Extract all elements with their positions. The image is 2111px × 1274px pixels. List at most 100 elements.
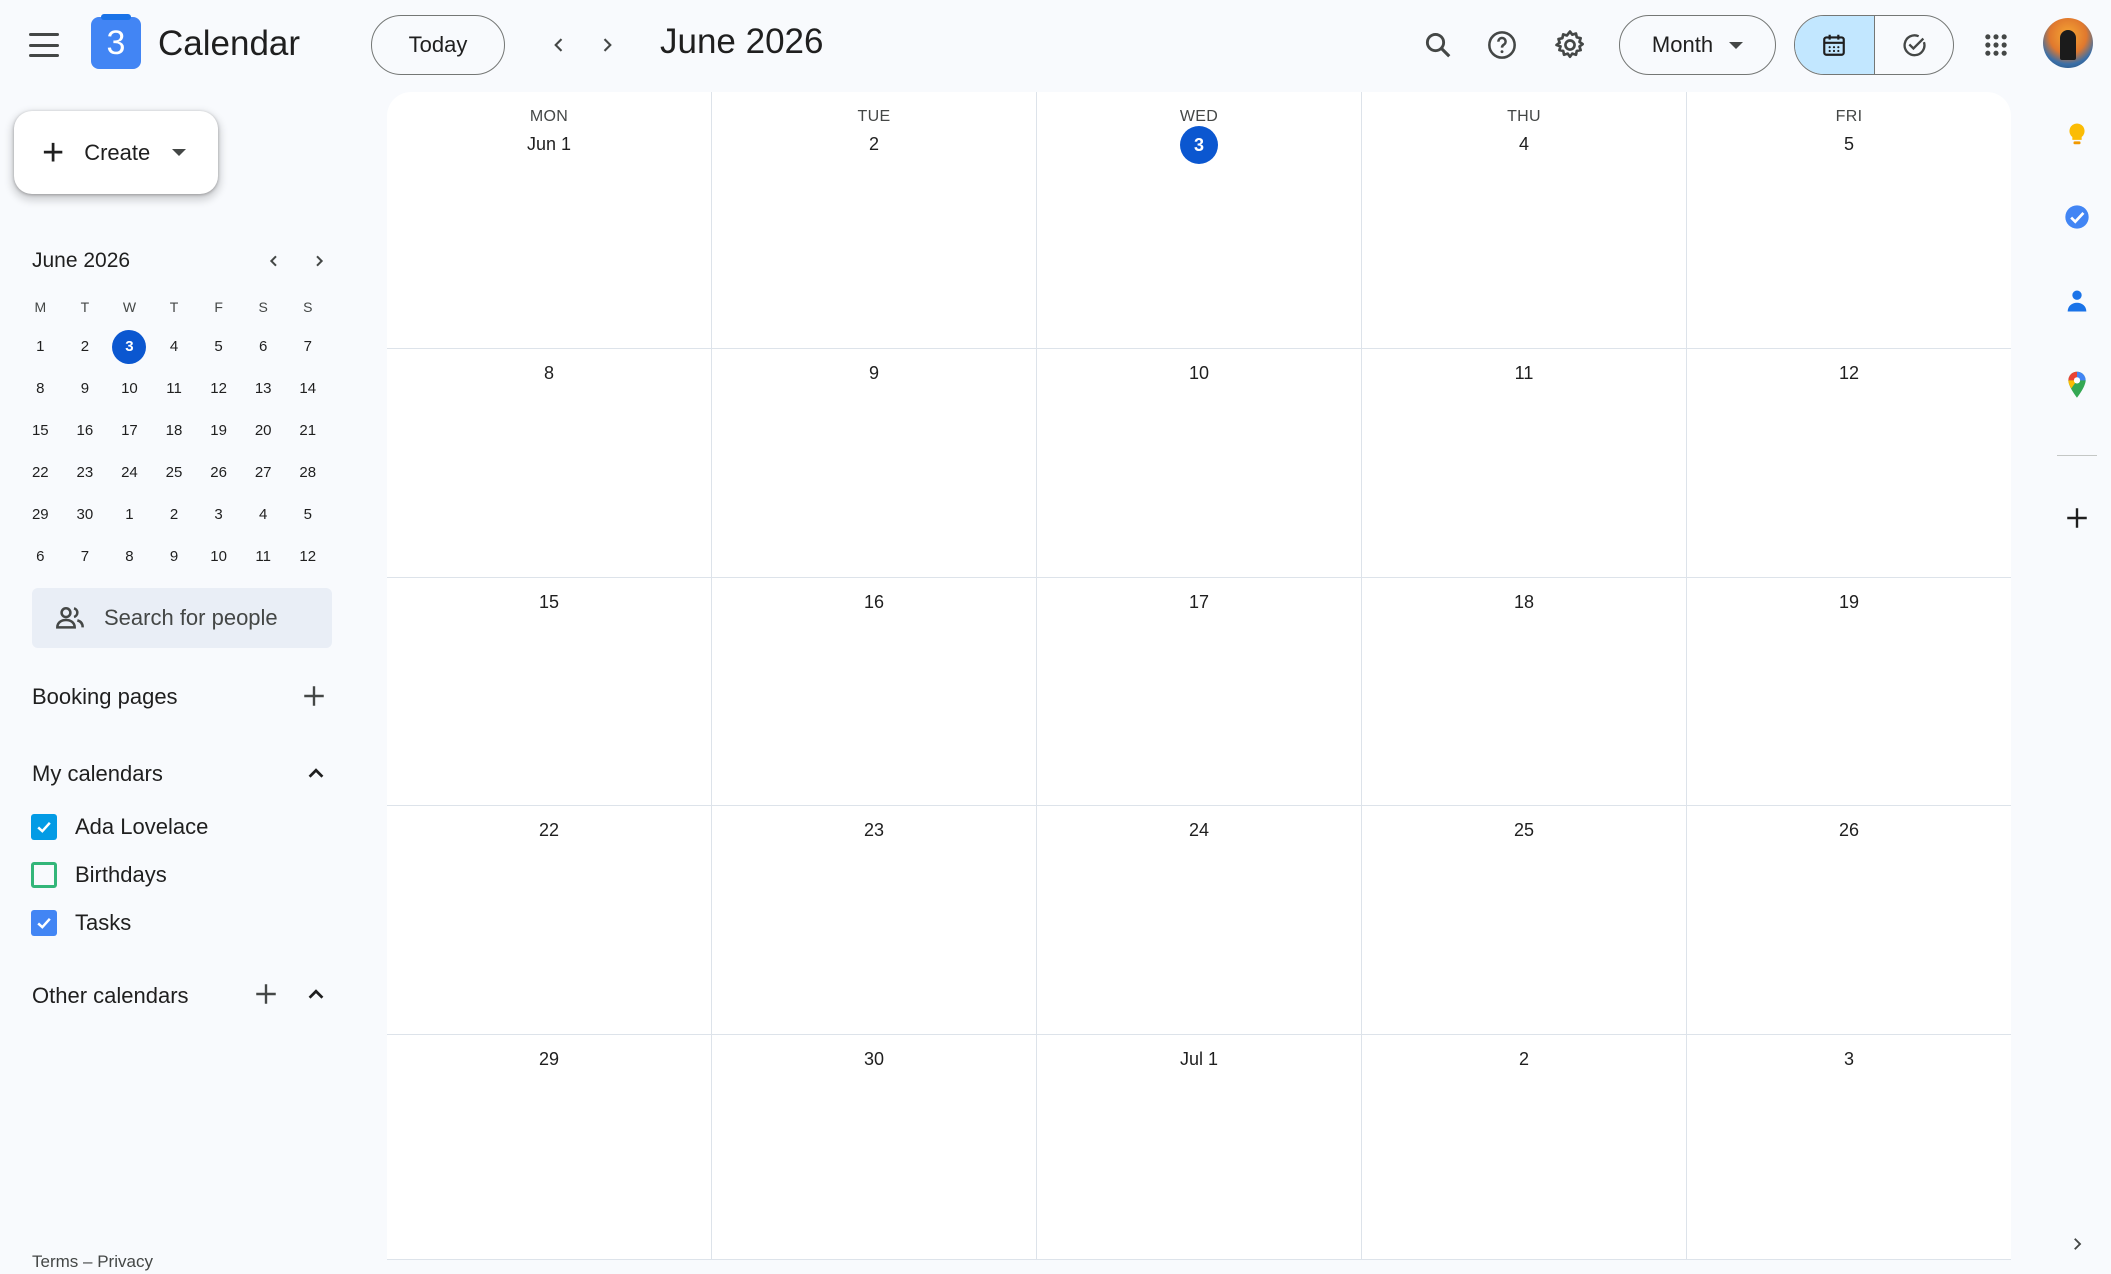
calendar-tasks-toggle[interactable]: [1794, 15, 1954, 75]
day-cell[interactable]: 19: [1687, 578, 2011, 805]
day-cell[interactable]: 2: [1362, 1035, 1687, 1260]
day-number[interactable]: Jul 1: [1037, 1049, 1361, 1070]
mini-calendar-day[interactable]: 19: [196, 414, 241, 448]
mini-calendar-day[interactable]: 12: [285, 540, 330, 574]
day-number[interactable]: 18: [1362, 592, 1686, 613]
mini-calendar-day[interactable]: 26: [196, 456, 241, 490]
day-cell[interactable]: WED 3: [1037, 92, 1362, 348]
day-cell[interactable]: 10: [1037, 349, 1362, 577]
calendar-item-birthdays[interactable]: Birthdays: [31, 862, 167, 888]
calendar-checkbox[interactable]: [31, 814, 57, 840]
mini-calendar-day[interactable]: 10: [196, 540, 241, 574]
mini-calendar-day[interactable]: 2: [152, 498, 197, 532]
calendar-checkbox[interactable]: [31, 862, 57, 888]
add-booking-page-button[interactable]: [294, 676, 334, 716]
day-number[interactable]: 23: [712, 820, 1036, 841]
view-mode-select[interactable]: Month: [1619, 15, 1776, 75]
mini-calendar-day[interactable]: 21: [285, 414, 330, 448]
day-cell[interactable]: FRI 5: [1687, 92, 2011, 348]
day-number[interactable]: 2: [712, 134, 1036, 155]
day-cell[interactable]: 9: [712, 349, 1037, 577]
mini-calendar-day[interactable]: 11: [152, 372, 197, 406]
day-number[interactable]: 16: [712, 592, 1036, 613]
day-number[interactable]: 8: [387, 363, 711, 384]
day-number[interactable]: 15: [387, 592, 711, 613]
day-number[interactable]: 22: [387, 820, 711, 841]
next-period-button[interactable]: [587, 25, 627, 65]
day-number[interactable]: 26: [1687, 820, 2011, 841]
collapse-my-calendars-button[interactable]: [296, 753, 336, 793]
add-other-calendar-button[interactable]: [246, 974, 286, 1014]
day-number[interactable]: 5: [1687, 134, 2011, 155]
mini-calendar-day[interactable]: 23: [63, 456, 108, 490]
day-cell[interactable]: 29: [387, 1035, 712, 1260]
main-menu-icon[interactable]: [26, 30, 62, 60]
mini-calendar-day[interactable]: 8: [18, 372, 63, 406]
mini-calendar-day[interactable]: 7: [285, 330, 330, 364]
day-number[interactable]: 12: [1687, 363, 2011, 384]
account-avatar[interactable]: [2043, 18, 2093, 68]
day-number[interactable]: 10: [1037, 363, 1361, 384]
day-cell[interactable]: 17: [1037, 578, 1362, 805]
mini-calendar-day[interactable]: 3: [196, 498, 241, 532]
day-cell[interactable]: 25: [1362, 806, 1687, 1034]
terms-link[interactable]: Terms: [32, 1252, 78, 1271]
mini-calendar-day[interactable]: 4: [152, 330, 197, 364]
today-button[interactable]: Today: [371, 15, 505, 75]
mini-calendar-day[interactable]: 3: [107, 330, 152, 364]
mini-calendar-day[interactable]: 28: [285, 456, 330, 490]
get-addons-button[interactable]: [2057, 498, 2097, 538]
help-button[interactable]: [1478, 21, 1526, 69]
day-cell[interactable]: MON Jun 1: [387, 92, 712, 348]
day-number[interactable]: 24: [1037, 820, 1361, 841]
day-cell[interactable]: 15: [387, 578, 712, 805]
expand-side-panel-button[interactable]: [2057, 1224, 2097, 1264]
mini-calendar-day[interactable]: 18: [152, 414, 197, 448]
collapse-other-calendars-button[interactable]: [296, 974, 336, 1014]
mini-calendar-day[interactable]: 24: [107, 456, 152, 490]
mini-calendar-day[interactable]: 22: [18, 456, 63, 490]
mini-calendar-day[interactable]: 1: [107, 498, 152, 532]
mini-calendar-day[interactable]: 29: [18, 498, 63, 532]
day-cell[interactable]: 16: [712, 578, 1037, 805]
mini-calendar-day[interactable]: 27: [241, 456, 286, 490]
day-cell[interactable]: 30: [712, 1035, 1037, 1260]
mini-calendar-day[interactable]: 10: [107, 372, 152, 406]
mini-calendar-day[interactable]: 13: [241, 372, 286, 406]
mini-calendar-day[interactable]: 7: [63, 540, 108, 574]
day-number[interactable]: 19: [1687, 592, 2011, 613]
day-number[interactable]: 3: [1687, 1049, 2011, 1070]
mini-calendar-day[interactable]: 25: [152, 456, 197, 490]
calendar-item-ada-lovelace[interactable]: Ada Lovelace: [31, 814, 208, 840]
maps-button[interactable]: [2057, 365, 2097, 405]
keep-button[interactable]: [2057, 114, 2097, 154]
day-cell[interactable]: 3: [1687, 1035, 2011, 1260]
mini-calendar-day[interactable]: 9: [63, 372, 108, 406]
day-number[interactable]: 17: [1037, 592, 1361, 613]
day-cell[interactable]: 26: [1687, 806, 2011, 1034]
contacts-button[interactable]: [2057, 281, 2097, 321]
day-number[interactable]: 29: [387, 1049, 711, 1070]
search-button[interactable]: [1414, 21, 1462, 69]
mini-calendar-day[interactable]: 8: [107, 540, 152, 574]
day-cell[interactable]: TUE 2: [712, 92, 1037, 348]
mini-calendar-day[interactable]: 1: [18, 330, 63, 364]
day-cell[interactable]: 18: [1362, 578, 1687, 805]
mini-calendar-next-button[interactable]: [302, 244, 336, 278]
day-number[interactable]: 11: [1362, 363, 1686, 384]
calendar-checkbox[interactable]: [31, 910, 57, 936]
day-number[interactable]: 4: [1362, 134, 1686, 155]
create-button[interactable]: + Create: [14, 111, 218, 194]
mini-calendar-day[interactable]: 15: [18, 414, 63, 448]
mini-calendar-day[interactable]: 16: [63, 414, 108, 448]
mini-calendar-day[interactable]: 2: [63, 330, 108, 364]
day-cell[interactable]: 12: [1687, 349, 2011, 577]
day-cell[interactable]: 11: [1362, 349, 1687, 577]
mini-calendar-day[interactable]: 5: [196, 330, 241, 364]
settings-button[interactable]: [1546, 21, 1594, 69]
day-number[interactable]: 9: [712, 363, 1036, 384]
day-number[interactable]: Jun 1: [387, 134, 711, 155]
mini-calendar-day[interactable]: 4: [241, 498, 286, 532]
day-cell[interactable]: 22: [387, 806, 712, 1034]
tasks-button[interactable]: [2057, 197, 2097, 237]
